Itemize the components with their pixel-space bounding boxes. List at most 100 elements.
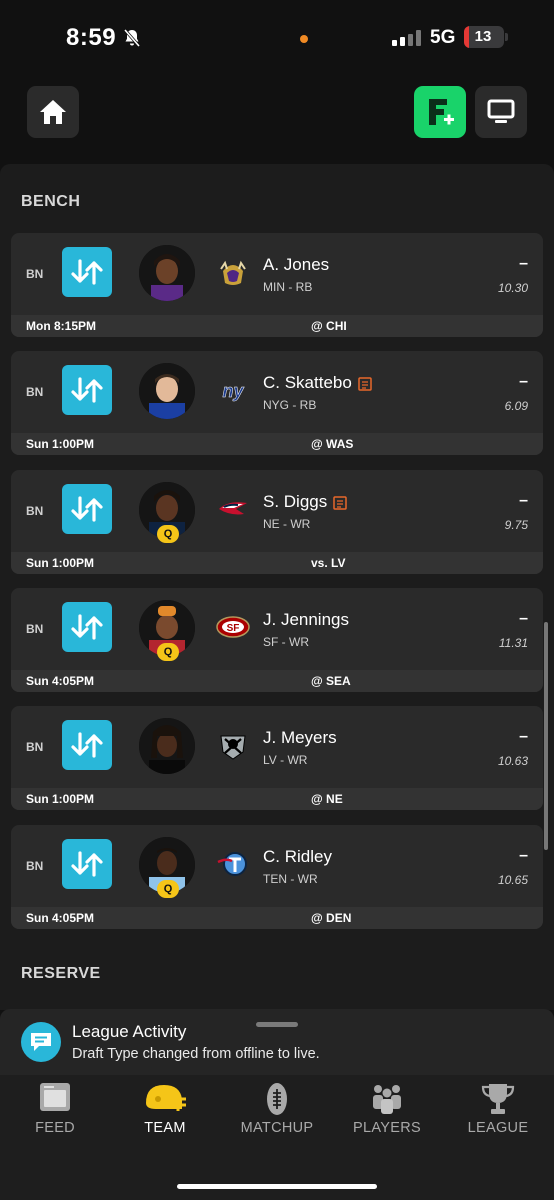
game-time: Sun 1:00PM bbox=[26, 556, 95, 570]
slot-label: BN bbox=[26, 504, 44, 518]
opponent: @ SEA bbox=[311, 674, 351, 688]
drag-handle[interactable] bbox=[256, 1022, 298, 1027]
player-card[interactable]: BN J. Meyers LV - WR – 10.63 Sun 1:00PM … bbox=[11, 706, 543, 810]
player-score: – bbox=[519, 492, 528, 509]
49ers-logo: SF bbox=[216, 616, 250, 638]
tab-team[interactable]: TEAM bbox=[110, 1075, 220, 1155]
player-headshot bbox=[139, 245, 195, 301]
section-title-reserve: RESERVE bbox=[21, 965, 101, 982]
slot-label: BN bbox=[26, 859, 44, 873]
status-bar: 8:59 5G 13 bbox=[0, 0, 554, 72]
vikings-logo bbox=[220, 260, 246, 285]
player-name[interactable]: J. Jennings bbox=[263, 610, 349, 630]
tab-matchup[interactable]: MATCHUP bbox=[222, 1075, 332, 1155]
section-title-bench: BENCH bbox=[21, 193, 81, 210]
player-team-position: TEN - WR bbox=[263, 872, 318, 886]
home-indicator[interactable] bbox=[177, 1184, 377, 1189]
player-score: – bbox=[519, 728, 528, 745]
player-score: – bbox=[519, 373, 528, 390]
slot-label: BN bbox=[26, 740, 44, 754]
monitor-icon bbox=[487, 99, 515, 123]
league-activity-banner[interactable]: League Activity Draft Type changed from … bbox=[0, 1009, 554, 1075]
swap-arrows-icon bbox=[71, 496, 103, 522]
privacy-indicator-dot bbox=[300, 35, 308, 43]
player-score: – bbox=[519, 255, 528, 272]
player-card[interactable]: BN Q C. Ridley TEN - WR – 10.65 Sun 4:05… bbox=[11, 825, 543, 929]
tv-mode-button[interactable] bbox=[475, 86, 527, 138]
players-icon bbox=[373, 1085, 401, 1114]
questionable-badge: Q bbox=[157, 880, 179, 898]
player-score: – bbox=[519, 610, 528, 627]
player-card[interactable]: BN Q S. Diggs NE - WR – 9.75 Sun 1:00PM … bbox=[11, 470, 543, 574]
player-name[interactable]: S. Diggs bbox=[263, 492, 347, 512]
f-plus-icon bbox=[429, 99, 454, 125]
player-card[interactable]: BN ny C. Skattebo NYG - RB – 6.09 Sun 1:… bbox=[11, 351, 543, 455]
player-card[interactable]: BN A. Jones MIN - RB – 10.30 Mon 8:15PM … bbox=[11, 233, 543, 337]
tab-label: FEED bbox=[35, 1120, 75, 1136]
opponent: vs. LV bbox=[311, 556, 346, 570]
projected-points: 10.63 bbox=[497, 754, 528, 768]
player-team-position: NYG - RB bbox=[263, 398, 317, 412]
game-info-bar: Mon 8:15PM @ CHI bbox=[11, 315, 543, 337]
move-player-button[interactable] bbox=[62, 365, 112, 415]
swap-arrows-icon bbox=[71, 377, 103, 403]
bottom-tab-bar: FEED TEAM MATCHUP PLAYERS LEAGUE bbox=[0, 1075, 554, 1200]
patriots-logo bbox=[219, 502, 247, 515]
move-player-button[interactable] bbox=[62, 839, 112, 889]
opponent: @ WAS bbox=[311, 437, 354, 451]
battery-tip bbox=[505, 33, 508, 41]
opponent: @ CHI bbox=[311, 319, 347, 333]
player-name[interactable]: J. Meyers bbox=[263, 728, 337, 748]
tab-players[interactable]: PLAYERS bbox=[332, 1075, 442, 1155]
move-player-button[interactable] bbox=[62, 602, 112, 652]
svg-text:SF: SF bbox=[227, 623, 240, 634]
slot-label: BN bbox=[26, 385, 44, 399]
swap-arrows-icon bbox=[71, 614, 103, 640]
cellular-signal-icon bbox=[392, 30, 422, 46]
move-player-button[interactable] bbox=[62, 720, 112, 770]
projected-points: 9.75 bbox=[504, 518, 528, 532]
feed-icon bbox=[40, 1083, 70, 1111]
opponent: @ NE bbox=[311, 792, 343, 806]
player-team-position: MIN - RB bbox=[263, 280, 313, 294]
move-player-button[interactable] bbox=[62, 247, 112, 297]
scrollbar[interactable] bbox=[544, 622, 548, 850]
tab-league[interactable]: LEAGUE bbox=[443, 1075, 553, 1155]
home-icon bbox=[40, 100, 66, 124]
swap-arrows-icon bbox=[71, 259, 103, 285]
player-team-position: NE - WR bbox=[263, 517, 311, 531]
home-button[interactable] bbox=[27, 86, 79, 138]
tab-feed[interactable]: FEED bbox=[0, 1075, 110, 1155]
activity-message: Draft Type changed from offline to live. bbox=[72, 1046, 320, 1062]
player-name[interactable]: C. Ridley bbox=[263, 847, 332, 867]
game-time: Sun 1:00PM bbox=[26, 792, 95, 806]
player-name[interactable]: A. Jones bbox=[263, 255, 329, 275]
tab-label: LEAGUE bbox=[467, 1120, 529, 1136]
titans-logo bbox=[217, 852, 247, 876]
giants-logo: ny bbox=[222, 381, 244, 402]
trophy-icon bbox=[481, 1084, 515, 1114]
projected-points: 10.65 bbox=[497, 873, 528, 887]
svg-text:ny: ny bbox=[222, 381, 244, 401]
player-team-position: LV - WR bbox=[263, 753, 308, 767]
projected-points: 6.09 bbox=[504, 399, 528, 413]
news-icon[interactable] bbox=[358, 376, 372, 391]
game-time: Sun 4:05PM bbox=[26, 674, 95, 688]
game-time: Mon 8:15PM bbox=[26, 319, 97, 333]
news-icon[interactable] bbox=[333, 495, 347, 510]
move-player-button[interactable] bbox=[62, 484, 112, 534]
player-headshot bbox=[139, 363, 195, 419]
player-name[interactable]: C. Skattebo bbox=[263, 373, 372, 393]
player-card[interactable]: BN Q SF J. Jennings SF - WR – 11.31 Sun … bbox=[11, 588, 543, 692]
network-type: 5G bbox=[430, 27, 456, 48]
player-headshot bbox=[139, 718, 195, 774]
tab-label: MATCHUP bbox=[240, 1120, 314, 1136]
roster-scroll-area[interactable]: BENCH BN A. Jones MIN - RB – 10.30 Mon 8… bbox=[0, 150, 554, 1010]
projected-points: 10.30 bbox=[497, 281, 528, 295]
game-time: Sun 4:05PM bbox=[26, 911, 95, 925]
raiders-logo bbox=[220, 735, 246, 760]
game-time: Sun 1:00PM bbox=[26, 437, 95, 451]
fantasy-plus-button[interactable] bbox=[414, 86, 466, 138]
battery-level: 13 bbox=[474, 28, 492, 45]
game-info-bar: Sun 1:00PM vs. LV bbox=[11, 552, 543, 574]
